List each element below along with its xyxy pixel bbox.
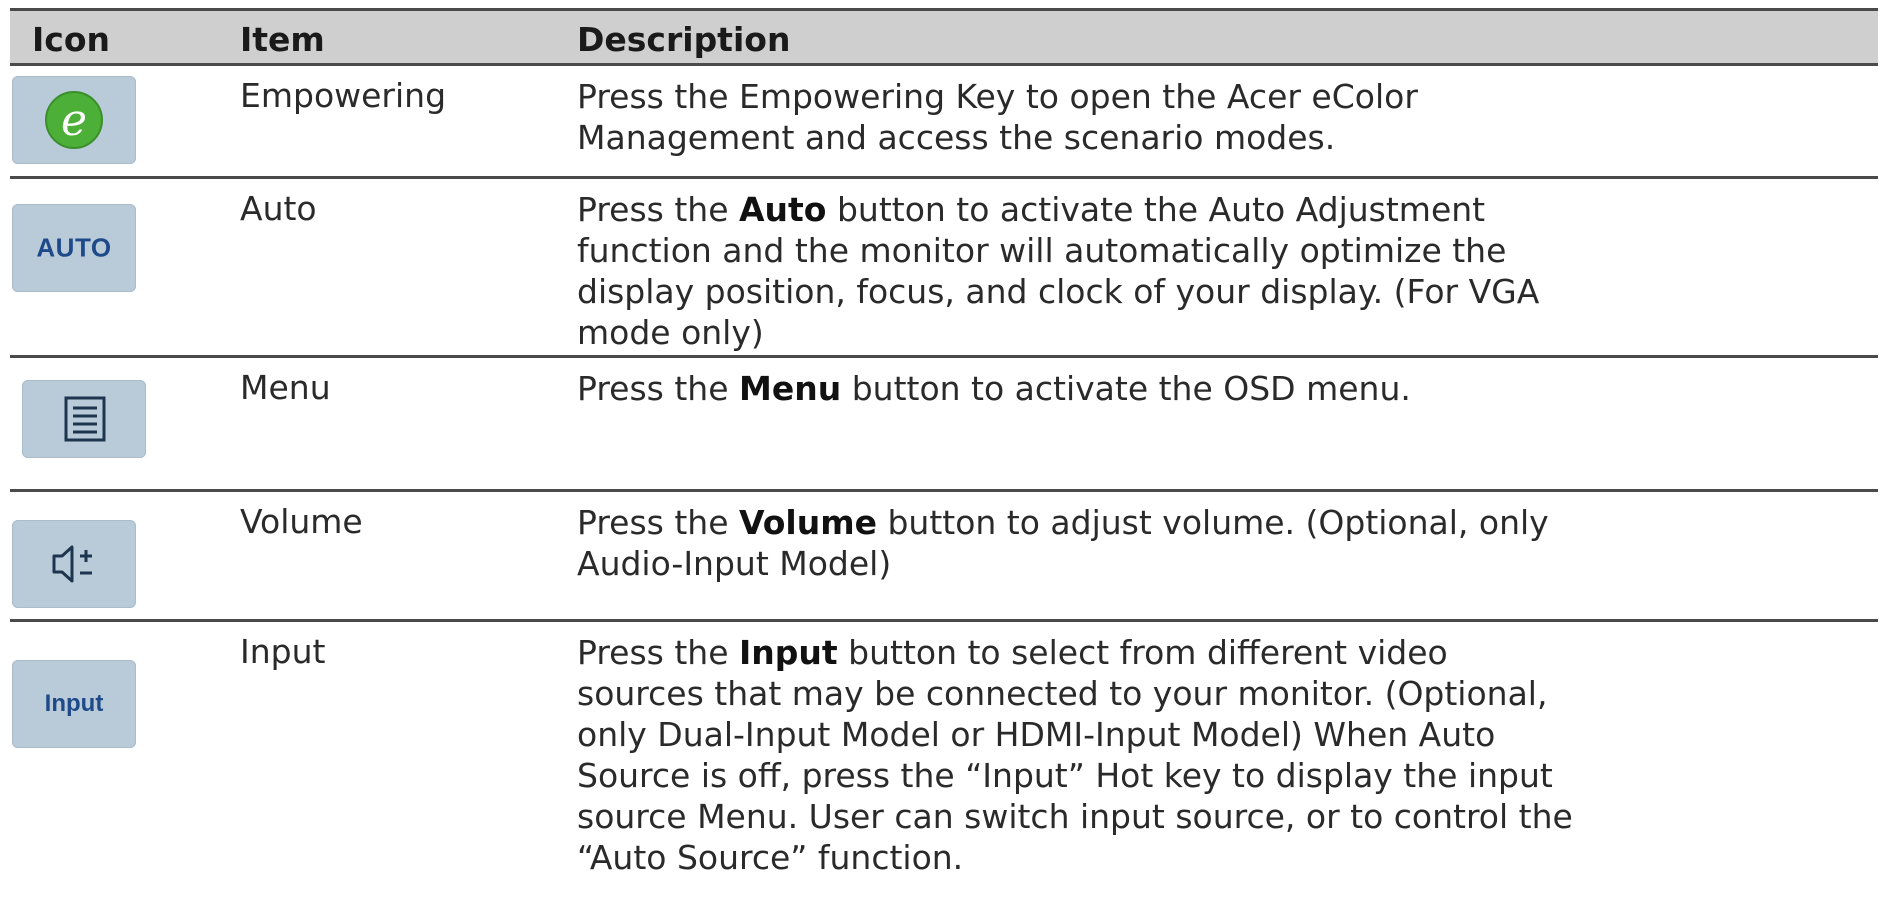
input-key-icon: Input [12, 660, 136, 748]
item-description: Press the Menu button to activate the OS… [577, 369, 1411, 408]
item-label: Menu [240, 368, 331, 407]
svg-text:e: e [61, 95, 87, 146]
table-row: Menu Press the Menu button to activate t… [10, 358, 1878, 492]
table-row: Input Input Press the Input button to se… [10, 622, 1878, 906]
item-label: Volume [240, 502, 363, 541]
header-description: Description [577, 20, 791, 59]
item-label: Empowering [240, 76, 447, 115]
auto-key-icon: AUTO [12, 204, 136, 292]
item-label: Input [240, 632, 326, 671]
item-description: Press the Input button to select from di… [577, 633, 1573, 877]
item-description: Press the Auto button to activate the Au… [577, 190, 1540, 352]
empowering-e-icon: e [12, 76, 136, 164]
key-reference-table: Icon Item Description e Empowering Press… [10, 8, 1878, 906]
header-icon: Icon [32, 20, 111, 59]
menu-key-icon [22, 380, 146, 458]
item-label: Auto [240, 189, 317, 228]
item-description: Press the Empowering Key to open the Ace… [577, 77, 1418, 157]
volume-key-icon [12, 520, 136, 608]
table-row: Volume Press the Volume button to adjust… [10, 492, 1878, 622]
table-row: AUTO Auto Press the Auto button to activ… [10, 179, 1878, 358]
table-row: e Empowering Press the Empowering Key to… [10, 66, 1878, 179]
item-description: Press the Volume button to adjust volume… [577, 503, 1549, 583]
header-item: Item [240, 20, 325, 59]
table-header: Icon Item Description [10, 8, 1878, 66]
